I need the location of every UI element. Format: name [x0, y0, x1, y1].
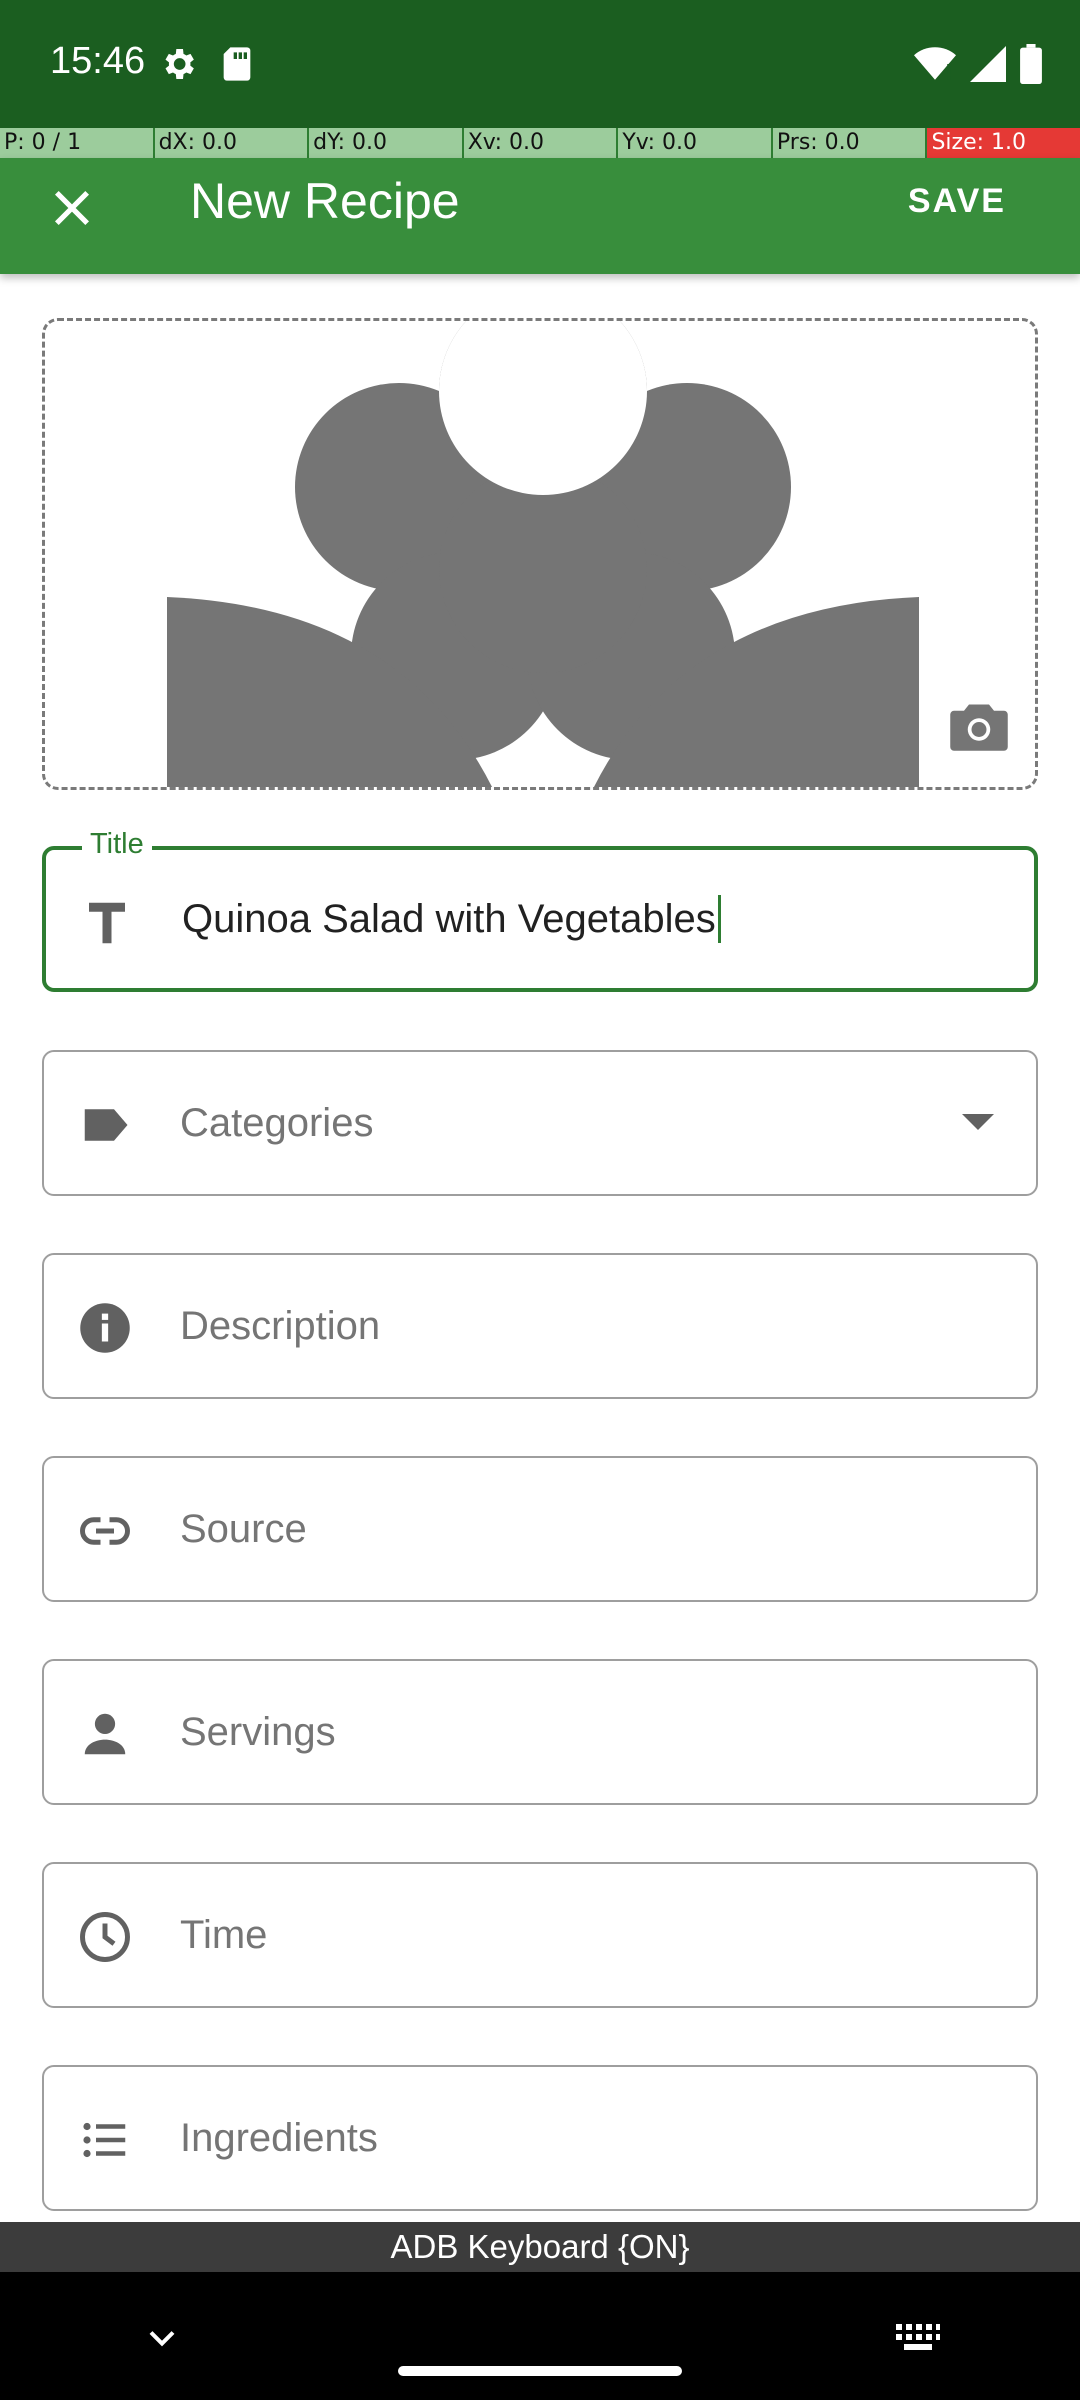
signal-icon [970, 46, 1006, 87]
status-left-icons [158, 44, 254, 89]
list-icon [78, 2113, 132, 2167]
info-icon [78, 1301, 132, 1355]
recipe-image-picker[interactable] [42, 318, 1038, 790]
pointer-xv: Xv: 0.0 [463, 128, 619, 158]
servings-input[interactable]: Servings [180, 1661, 336, 1803]
title-field[interactable]: Title Quinoa Salad with Vegetables [42, 828, 1038, 992]
pointer-dx: dX: 0.0 [154, 128, 310, 158]
app-bar: New Recipe SAVE [0, 158, 1080, 274]
navigation-bar [0, 2272, 1080, 2400]
ingredients-input[interactable]: Ingredients [180, 2067, 378, 2209]
pointer-pressure: Prs: 0.0 [772, 128, 928, 158]
pointer-location-overlay: P: 0 / 1 dX: 0.0 dY: 0.0 Xv: 0.0 Yv: 0.0… [0, 128, 1080, 158]
categories-dropdown[interactable]: Categories [42, 1050, 1038, 1196]
home-gesture-handle[interactable] [398, 2366, 682, 2376]
flower-placeholder-icon [167, 321, 919, 787]
pointer-yv: Yv: 0.0 [618, 128, 773, 158]
camera-icon[interactable] [949, 701, 1009, 753]
status-time: 15:46 [50, 40, 146, 82]
status-right-icons [914, 44, 1042, 89]
description-input[interactable]: Description [180, 1255, 380, 1397]
pointer-dy: dY: 0.0 [309, 128, 464, 158]
wifi-icon [914, 46, 956, 87]
sd-card-icon [220, 44, 254, 89]
close-icon[interactable] [46, 182, 98, 234]
settings-icon [158, 44, 198, 89]
chevron-down-icon[interactable] [140, 2316, 184, 2360]
keyboard-status-bar: ADB Keyboard {ON} [0, 2222, 1080, 2272]
person-icon [78, 1707, 132, 1761]
time-field[interactable]: Time [42, 1862, 1038, 2008]
servings-field[interactable]: Servings [42, 1659, 1038, 1805]
battery-icon [1020, 44, 1042, 89]
ingredients-field[interactable]: Ingredients [42, 2065, 1038, 2211]
description-field[interactable]: Description [42, 1253, 1038, 1399]
link-icon [78, 1504, 132, 1558]
text-cursor [717, 895, 721, 943]
categories-placeholder: Categories [180, 1100, 374, 1145]
chevron-down-icon[interactable] [962, 1114, 994, 1130]
title-input[interactable]: Quinoa Salad with Vegetables [182, 850, 721, 988]
title-field-label: Title [82, 828, 152, 861]
pointer-size: Size: 1.0 [927, 128, 1080, 158]
text-format-icon [80, 896, 134, 950]
keyboard-icon[interactable] [894, 2320, 942, 2356]
title-input-value: Quinoa Salad with Vegetables [182, 896, 716, 941]
source-field[interactable]: Source [42, 1456, 1038, 1602]
page-title: New Recipe [190, 173, 460, 229]
status-bar: 15:46 [0, 0, 1080, 128]
label-icon [78, 1098, 132, 1152]
time-input[interactable]: Time [180, 1864, 267, 2006]
clock-icon [78, 1910, 132, 1964]
source-input[interactable]: Source [180, 1458, 307, 1600]
pointer-count: P: 0 / 1 [0, 128, 155, 158]
save-button[interactable]: SAVE [908, 182, 1006, 221]
